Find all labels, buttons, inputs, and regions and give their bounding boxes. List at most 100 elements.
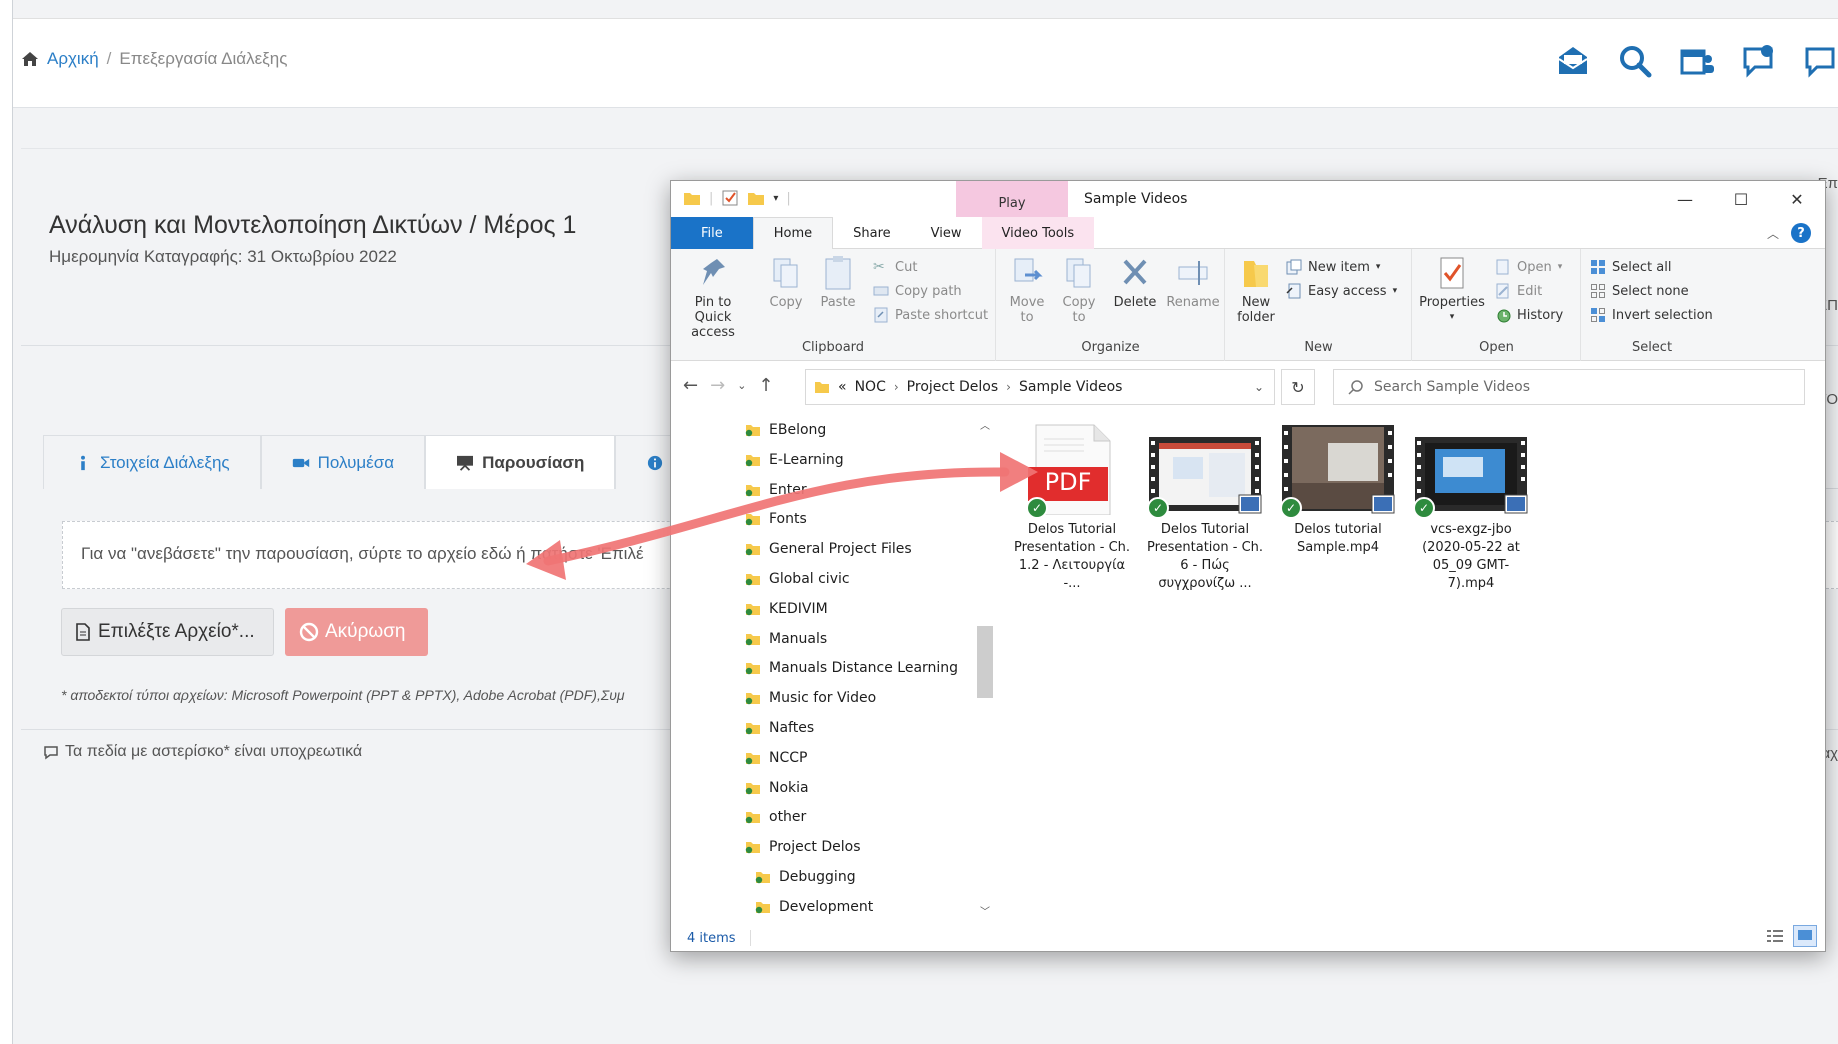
chevron-right-icon[interactable]: › [1006,380,1011,394]
properties-button[interactable]: Properties ▾ [1419,255,1485,325]
file-item-video[interactable]: ✓ vcs-exgz-jbo (2020-05-22 at 05_09 GMT-… [1410,423,1532,593]
file-icon [76,623,90,641]
tab-home[interactable]: Home [752,217,834,249]
tree-item[interactable]: NCCP [745,747,807,769]
rename-button[interactable]: Rename [1165,255,1221,310]
breadcrumb-home-link[interactable]: Αρχική [47,49,99,69]
new-item-button[interactable]: New item ▾ [1286,259,1380,275]
new-folder-button[interactable]: New folder [1234,255,1278,325]
shared-folder-icon [745,663,760,675]
tree-item[interactable]: EBelong [745,419,826,441]
collapse-ribbon-icon[interactable]: ︿ [1767,225,1779,242]
shared-folder-icon [745,633,760,645]
view-toggle [1763,925,1817,947]
chevron-down-icon[interactable]: ⌄ [1254,380,1264,394]
recent-locations-icon[interactable]: ⌄ [737,379,746,392]
file-item-video[interactable]: ✓ Delos tutorial Sample.mp4 [1277,423,1399,557]
contextual-tab-play[interactable]: Play [956,181,1068,217]
search-icon[interactable] [1617,43,1653,79]
calendar-users-icon[interactable] [1679,43,1715,79]
tree-item[interactable]: Manuals Distance Learning [745,657,958,679]
tab-lecture-details[interactable]: Στοιχεία Διάλεξης [43,435,261,489]
tab-file[interactable]: File [671,217,753,249]
pin-quick-access-button[interactable]: Pin to Quick access [679,255,747,340]
large-icons-view-icon[interactable] [1793,925,1817,947]
tree-item[interactable]: other [745,806,806,828]
up-arrow-icon[interactable]: ↑ [758,375,773,396]
tree-item[interactable]: Development [755,896,873,918]
file-item-pdf[interactable]: PDF ✓ Delos Tutorial Presentation - Ch. … [1011,423,1133,593]
tree-item[interactable]: Music for Video [745,687,876,709]
copy-button[interactable]: Copy [765,255,807,310]
address-crumb[interactable]: NOC [855,379,886,395]
details-view-icon[interactable] [1763,925,1787,947]
tree-item[interactable]: Project Delos [745,836,861,858]
tree-item[interactable]: Enter [745,479,807,501]
copy-to-button[interactable]: Copy to [1059,255,1099,325]
help-icon[interactable]: ? [1791,223,1811,243]
chevron-down-icon[interactable]: ▾ [773,193,778,204]
minimize-icon[interactable]: — [1657,181,1713,217]
chat-icon[interactable] [1803,43,1838,79]
tree-item[interactable]: Naftes [745,717,814,739]
status-bar: 4 items [671,925,1825,951]
scrollbar-thumb[interactable] [977,626,993,698]
address-crumb[interactable]: Project Delos [907,379,999,395]
cancel-button[interactable]: Ακύρωση [285,608,428,656]
shared-folder-icon [745,544,760,556]
address-overflow[interactable]: « [838,379,847,395]
paste-button[interactable]: Paste [817,255,859,310]
tree-item[interactable]: Fonts [745,508,807,530]
scroll-up-icon[interactable]: ︿ [976,417,994,433]
refresh-button[interactable]: ↻ [1281,369,1315,405]
easy-access-button[interactable]: Easy access ▾ [1286,283,1397,299]
select-all-icon [1591,260,1605,274]
tree-item-label: Global civic [769,571,850,587]
cut-button[interactable]: ✂ Cut [873,259,917,275]
mail-open-icon[interactable] [1555,43,1591,79]
chevron-right-icon[interactable]: › [894,380,899,394]
tree-item[interactable]: Debugging [755,866,856,888]
tree-item[interactable]: Nokia [745,777,809,799]
file-item-video[interactable]: ✓ Delos Tutorial Presentation - Ch. 6 - … [1144,423,1266,593]
select-none-icon [1591,284,1605,298]
address-crumb[interactable]: Sample Videos [1019,379,1122,395]
tab-video-tools[interactable]: Video Tools [981,217,1095,249]
address-bar[interactable]: « NOC › Project Delos › Sample Videos ⌄ [805,369,1275,405]
tree-item-label: Project Delos [769,839,861,856]
tree-item[interactable]: Manuals [745,628,827,650]
delete-button[interactable]: Delete [1113,255,1157,310]
history-button[interactable]: History [1495,307,1563,323]
search-box[interactable]: Search Sample Videos [1333,369,1805,405]
tab-presentation[interactable]: Παρουσίαση [425,435,616,489]
invert-selection-label: Invert selection [1612,307,1713,323]
forward-arrow-icon[interactable]: → [710,375,725,396]
select-none-button[interactable]: Select none [1590,283,1689,299]
edit-button[interactable]: Edit [1495,283,1542,299]
back-arrow-icon[interactable]: ← [683,375,698,396]
close-icon[interactable]: ✕ [1769,181,1825,217]
copy-path-button[interactable]: Copy path [873,283,962,299]
maximize-icon[interactable]: ☐ [1713,181,1769,217]
copy-to-label: Copy to [1062,295,1096,325]
open-button[interactable]: Open ▾ [1495,259,1562,275]
paste-shortcut-button[interactable]: Paste shortcut [873,307,988,323]
tree-item[interactable]: Global civic [745,568,850,590]
tab-multimedia[interactable]: Πολυμέσα [260,435,426,489]
group-clipboard: Pin to Quick access Copy Paste ✂ Cut Cop… [671,249,996,361]
new-folder-icon[interactable] [747,189,765,207]
tree-item[interactable]: General Project Files [745,538,912,560]
chat-icon[interactable] [1741,43,1777,79]
properties-check-icon[interactable] [721,189,739,207]
file-name: vcs-exgz-jbo (2020-05-22 at 05_09 GMT-7)… [1422,522,1520,591]
tree-item[interactable]: KEDIVIM [745,598,828,620]
invert-selection-button[interactable]: Invert selection [1590,307,1713,323]
tab-share[interactable]: Share [833,217,911,249]
select-all-button[interactable]: Select all [1590,259,1671,275]
open-label: Open [1517,259,1552,275]
scroll-down-icon[interactable]: ﹀ [976,903,994,919]
tree-item[interactable]: E-Learning [745,449,844,471]
choose-file-button[interactable]: Επιλέξτε Αρχείο*... [61,608,274,656]
tab-view[interactable]: View [911,217,982,249]
move-to-button[interactable]: Move to [1007,255,1047,325]
